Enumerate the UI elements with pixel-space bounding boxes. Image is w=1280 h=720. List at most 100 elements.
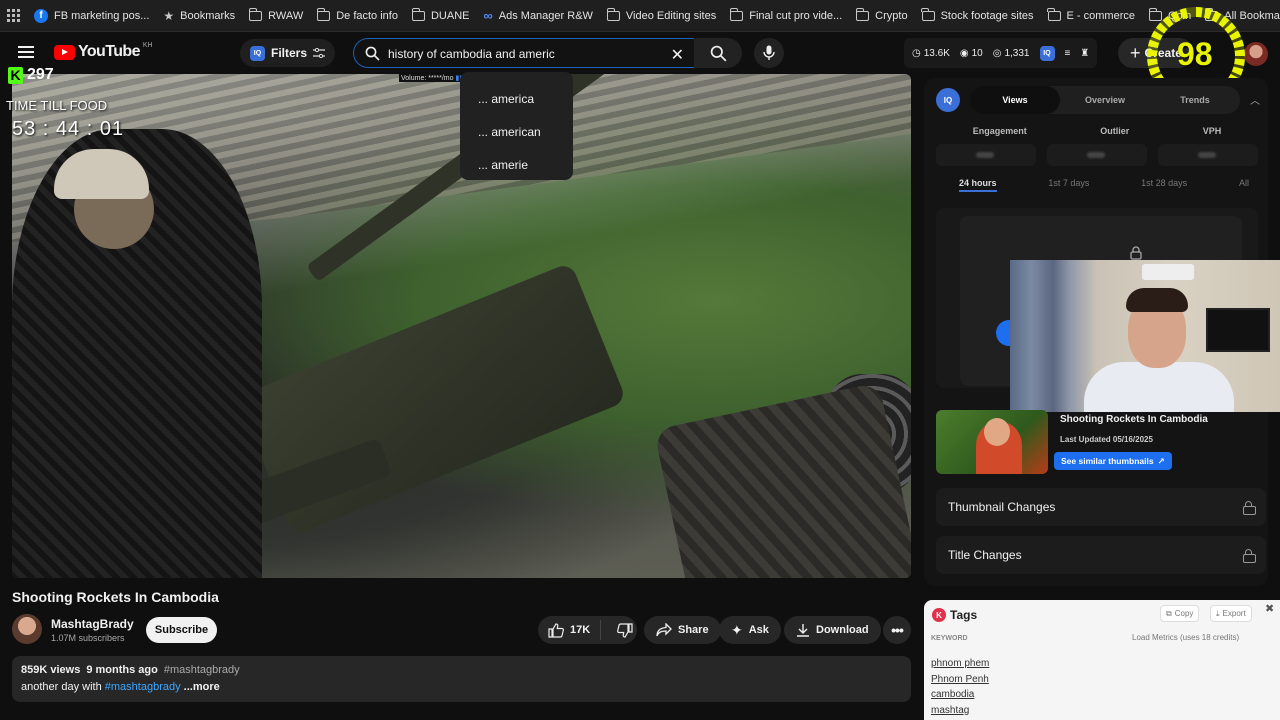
stat-views: ◷ 13.6K bbox=[912, 47, 950, 59]
vidiq-stats-bar[interactable]: ◷ 13.6K ◉ 10 ◎ 1,331 IQ ≡ ♜ bbox=[904, 38, 1098, 68]
sparkle-icon: ✦ bbox=[731, 621, 743, 638]
suggestion-item[interactable]: ... america bbox=[460, 82, 573, 115]
subscribe-button[interactable]: Subscribe bbox=[146, 617, 217, 643]
youtube-play-icon bbox=[54, 44, 75, 60]
microphone-icon bbox=[763, 45, 775, 60]
tab-trends[interactable]: Trends bbox=[1150, 86, 1240, 114]
tag-item[interactable]: phnom phem bbox=[931, 656, 989, 672]
share-icon bbox=[656, 623, 672, 637]
collapse-chevron-icon[interactable]: ︿ bbox=[1250, 92, 1260, 107]
range-28-days[interactable]: 1st 28 days bbox=[1141, 178, 1187, 192]
meta-icon: ∞ bbox=[483, 8, 493, 23]
channel-avatar[interactable] bbox=[12, 614, 42, 644]
bookmark-ads-manager[interactable]: ∞ Ads Manager R&W bbox=[476, 0, 599, 31]
thumbs-down-icon bbox=[617, 622, 633, 638]
title-changes-row[interactable]: Title Changes bbox=[936, 536, 1266, 574]
download-icon: ⤓ bbox=[1216, 608, 1220, 618]
views-icon: ◎ bbox=[992, 47, 1002, 59]
bookmark-de-facto-info[interactable]: De facto info bbox=[310, 0, 405, 31]
folder-icon bbox=[729, 7, 744, 21]
bookmark-duane[interactable]: DUANE bbox=[405, 0, 477, 31]
facebook-icon: f bbox=[34, 8, 48, 23]
search-icon bbox=[365, 46, 380, 61]
copy-icon: ⧉ bbox=[1166, 608, 1172, 618]
channel-name[interactable]: MashtagBrady bbox=[51, 617, 134, 631]
sliders-icon bbox=[313, 48, 326, 58]
more-actions-icon[interactable]: ••• bbox=[883, 616, 911, 644]
youtube-logo[interactable]: YouTube KH bbox=[54, 42, 153, 61]
hashtag[interactable]: #mashtagbrady bbox=[164, 664, 240, 676]
show-more-link[interactable]: ...more bbox=[184, 681, 220, 693]
tag-item[interactable]: cambodia bbox=[931, 687, 989, 703]
bookmark-stock-footage[interactable]: Stock footage sites bbox=[915, 0, 1041, 31]
filters-button[interactable]: IQ Filters bbox=[240, 39, 336, 67]
export-tags-button[interactable]: ⤓ Export bbox=[1210, 605, 1252, 622]
ask-label: Ask bbox=[748, 624, 769, 636]
gauge-value: 98 bbox=[1177, 36, 1213, 72]
apps-grid-icon[interactable] bbox=[0, 0, 27, 31]
stat-views-per-hour: ◉ 10 bbox=[959, 47, 983, 59]
view-count: 859K views bbox=[21, 664, 81, 676]
upload-age: 9 months ago bbox=[86, 664, 158, 676]
bookmark-video-editing[interactable]: Video Editing sites bbox=[600, 0, 723, 31]
description-hashtag-link[interactable]: #mashtagbrady bbox=[105, 681, 181, 693]
subscriber-count: 1.07M subscribers bbox=[51, 633, 125, 643]
thumbs-up-icon bbox=[548, 622, 564, 638]
metric-engagement: Engagement bbox=[972, 126, 1027, 136]
eye-icon: ◉ bbox=[959, 47, 969, 59]
bookmark-bookmarks[interactable]: ★ Bookmarks bbox=[156, 0, 242, 31]
masthead: YouTube KH IQ Filters ✕ ◷13.6K ◉10 ◎1,33… bbox=[0, 32, 1280, 74]
like-button[interactable]: 17K bbox=[538, 620, 602, 640]
load-metrics-button[interactable]: Load Metrics (uses 18 credits) bbox=[1132, 633, 1239, 642]
trophy-icon[interactable]: ♜ bbox=[1080, 48, 1089, 59]
bookmark-ecommerce[interactable]: E - commerce bbox=[1041, 0, 1142, 31]
video-thumbnail[interactable] bbox=[936, 410, 1048, 474]
voice-search-button[interactable] bbox=[754, 38, 784, 68]
bookmark-label: Bookmarks bbox=[180, 9, 236, 22]
suggestion-item[interactable]: ... american bbox=[460, 115, 573, 148]
close-icon[interactable]: ✖ bbox=[1265, 602, 1274, 615]
video-frame-person bbox=[12, 129, 262, 578]
clear-search-icon[interactable]: ✕ bbox=[671, 45, 684, 65]
range-all[interactable]: All bbox=[1239, 178, 1249, 192]
tab-overview[interactable]: Overview bbox=[1060, 86, 1150, 114]
copy-tags-button[interactable]: ⧉ Copy bbox=[1160, 605, 1200, 622]
video-title: Shooting Rockets In Cambodia bbox=[12, 589, 219, 605]
range-7-days[interactable]: 1st 7 days bbox=[1048, 178, 1089, 192]
dislike-button[interactable] bbox=[607, 622, 643, 638]
bookmark-label: Final cut pro vide... bbox=[749, 9, 843, 22]
kick-icon: K bbox=[8, 66, 23, 84]
bookmark-fb-marketing[interactable]: f FB marketing pos... bbox=[27, 0, 156, 31]
ask-button[interactable]: ✦ Ask bbox=[719, 616, 781, 644]
bookmark-final-cut[interactable]: Final cut pro vide... bbox=[723, 0, 849, 31]
download-button[interactable]: Download bbox=[784, 616, 881, 644]
suggestion-item[interactable]: ... amerie bbox=[460, 148, 573, 181]
share-button[interactable]: Share bbox=[644, 616, 721, 644]
thumbnail-changes-row[interactable]: Thumbnail Changes bbox=[936, 488, 1266, 526]
bookmark-crypto[interactable]: Crypto bbox=[849, 0, 914, 31]
tag-item[interactable]: mashtag bbox=[931, 703, 989, 719]
bookmark-rwaw[interactable]: RWAW bbox=[242, 0, 310, 31]
description-text: another day with bbox=[21, 681, 102, 693]
vidiq-icon[interactable]: IQ bbox=[1039, 45, 1055, 61]
download-icon bbox=[797, 624, 809, 637]
star-icon: ★ bbox=[163, 8, 175, 23]
tag-item[interactable]: Phnom Penh bbox=[931, 672, 989, 688]
bookmark-label: Video Editing sites bbox=[625, 9, 717, 22]
description-box[interactable]: 859K views 9 months ago #mashtagbrady an… bbox=[12, 656, 911, 702]
search-icon bbox=[710, 45, 726, 61]
panel-tabs: Views Overview Trends bbox=[970, 86, 1240, 114]
timer-label: TIME TILL FOOD bbox=[6, 98, 108, 113]
search-input[interactable] bbox=[388, 43, 668, 65]
kick-counter: K 297 bbox=[8, 66, 54, 84]
tab-views[interactable]: Views bbox=[970, 86, 1060, 114]
bookmark-label: RWAW bbox=[268, 9, 304, 22]
range-24-hours[interactable]: 24 hours bbox=[959, 178, 997, 192]
timer-value: 53 : 44 : 01 bbox=[12, 118, 125, 140]
list-icon[interactable]: ≡ bbox=[1065, 48, 1071, 59]
see-similar-thumbnails-button[interactable]: See similar thumbnails ↗ bbox=[1054, 452, 1172, 470]
search-button[interactable] bbox=[694, 38, 742, 68]
tags-panel: K Tags ⧉ Copy ⤓ Export ✖ KEYWORD Load Metr… bbox=[924, 600, 1280, 720]
menu-icon[interactable] bbox=[18, 46, 34, 58]
clock-icon: ◷ bbox=[912, 47, 921, 59]
